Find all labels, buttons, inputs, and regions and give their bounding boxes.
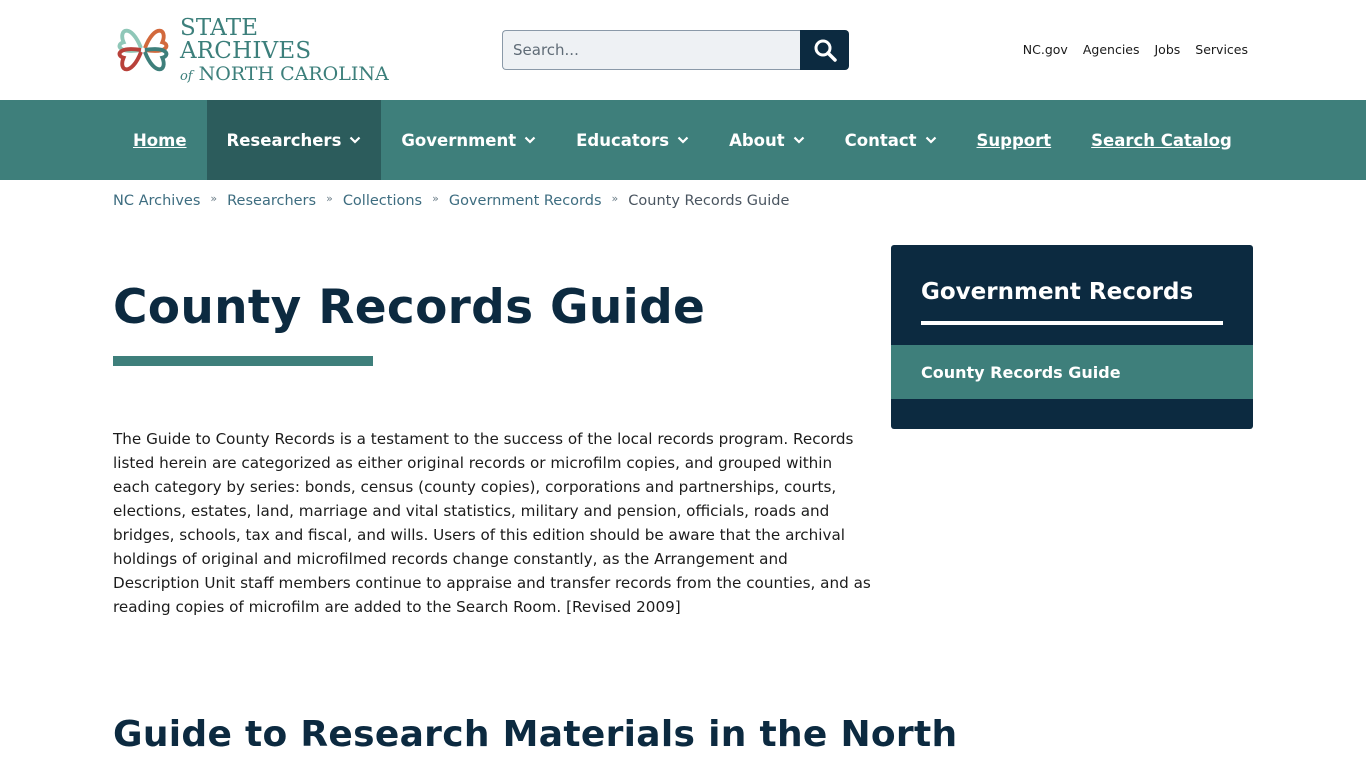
sidebar-title: Government Records: [921, 279, 1194, 305]
chevron-down-icon: [925, 136, 936, 144]
page-title: County Records Guide: [113, 280, 706, 335]
chevron-down-icon: [524, 136, 536, 144]
logo-of: of: [179, 68, 193, 84]
nav-support-label: Support: [976, 130, 1052, 150]
site-logo[interactable]: STATE ARCHIVES of NORTH CAROLINA: [112, 14, 397, 85]
nav-researchers[interactable]: Researchers: [206, 100, 382, 180]
nav-educators[interactable]: Educators: [556, 100, 709, 180]
search-button[interactable]: [800, 30, 849, 70]
breadcrumb: NC Archives » Researchers » Collections …: [113, 191, 790, 210]
breadcrumb-separator: »: [326, 191, 333, 205]
nav-educators-label: Educators: [576, 130, 670, 150]
nav-government[interactable]: Government: [381, 100, 556, 180]
util-link-agencies[interactable]: Agencies: [1083, 42, 1140, 57]
nav-home-label: Home: [133, 130, 187, 150]
breadcrumb-link-nc-archives[interactable]: NC Archives: [113, 193, 200, 209]
breadcrumb-separator: »: [210, 191, 218, 205]
logo-line-1: STATE ARCHIVES: [179, 14, 312, 64]
nav-government-label: Government: [401, 130, 517, 150]
nav-about-label: About: [729, 130, 785, 150]
nav-contact[interactable]: Contact: [825, 100, 957, 180]
search-input[interactable]: [502, 30, 800, 70]
logo-line-2: of NORTH CAROLINA: [179, 62, 397, 85]
title-underline: [113, 356, 373, 366]
breadcrumb-current: County Records Guide: [628, 193, 790, 209]
sidebar-title-rule: [921, 321, 1223, 325]
nav-support[interactable]: Support: [957, 100, 1072, 180]
logo-line-2-text: NORTH CAROLINA: [198, 62, 389, 85]
breadcrumb-separator: »: [432, 191, 439, 205]
chevron-down-icon: [793, 136, 804, 144]
logo-wordmark: STATE ARCHIVES of NORTH CAROLINA: [179, 14, 397, 85]
archives-logo-icon: [117, 28, 169, 72]
nav-contact-label: Contact: [844, 130, 917, 150]
section-heading: Guide to Research Materials in the North: [113, 714, 958, 755]
util-link-ncgov[interactable]: NC.gov: [1023, 42, 1068, 57]
nav-about[interactable]: About: [709, 100, 825, 180]
nav-home[interactable]: Home: [113, 100, 207, 180]
search-form: [502, 30, 849, 70]
breadcrumb-link-collections[interactable]: Collections: [343, 193, 422, 209]
utility-links: NC.gov Agencies Jobs Services: [1023, 42, 1248, 57]
chevron-down-icon: [350, 136, 361, 144]
site-header: STATE ARCHIVES of NORTH CAROLINA NC.gov …: [0, 0, 1366, 100]
sidebar-item-county-records-guide[interactable]: County Records Guide: [891, 345, 1253, 399]
breadcrumb-link-researchers[interactable]: Researchers: [227, 193, 316, 209]
intro-paragraph: The Guide to County Records is a testame…: [113, 430, 871, 616]
sidebar-menu: Government Records County Records Guide: [891, 245, 1253, 429]
breadcrumb-link-government-records[interactable]: Government Records: [449, 193, 602, 209]
util-link-services[interactable]: Services: [1195, 42, 1248, 57]
nav-researchers-label: Researchers: [226, 130, 342, 150]
search-icon: [814, 39, 837, 62]
nav-search-catalog[interactable]: Search Catalog: [1071, 100, 1252, 180]
util-link-jobs[interactable]: Jobs: [1155, 42, 1181, 57]
nav-search-catalog-label: Search Catalog: [1091, 130, 1232, 150]
breadcrumb-separator: »: [611, 191, 619, 205]
main-nav: Home Researchers Government Educators Ab…: [0, 100, 1366, 180]
main-nav-list: Home Researchers Government Educators Ab…: [113, 100, 1252, 180]
chevron-down-icon: [677, 136, 689, 144]
